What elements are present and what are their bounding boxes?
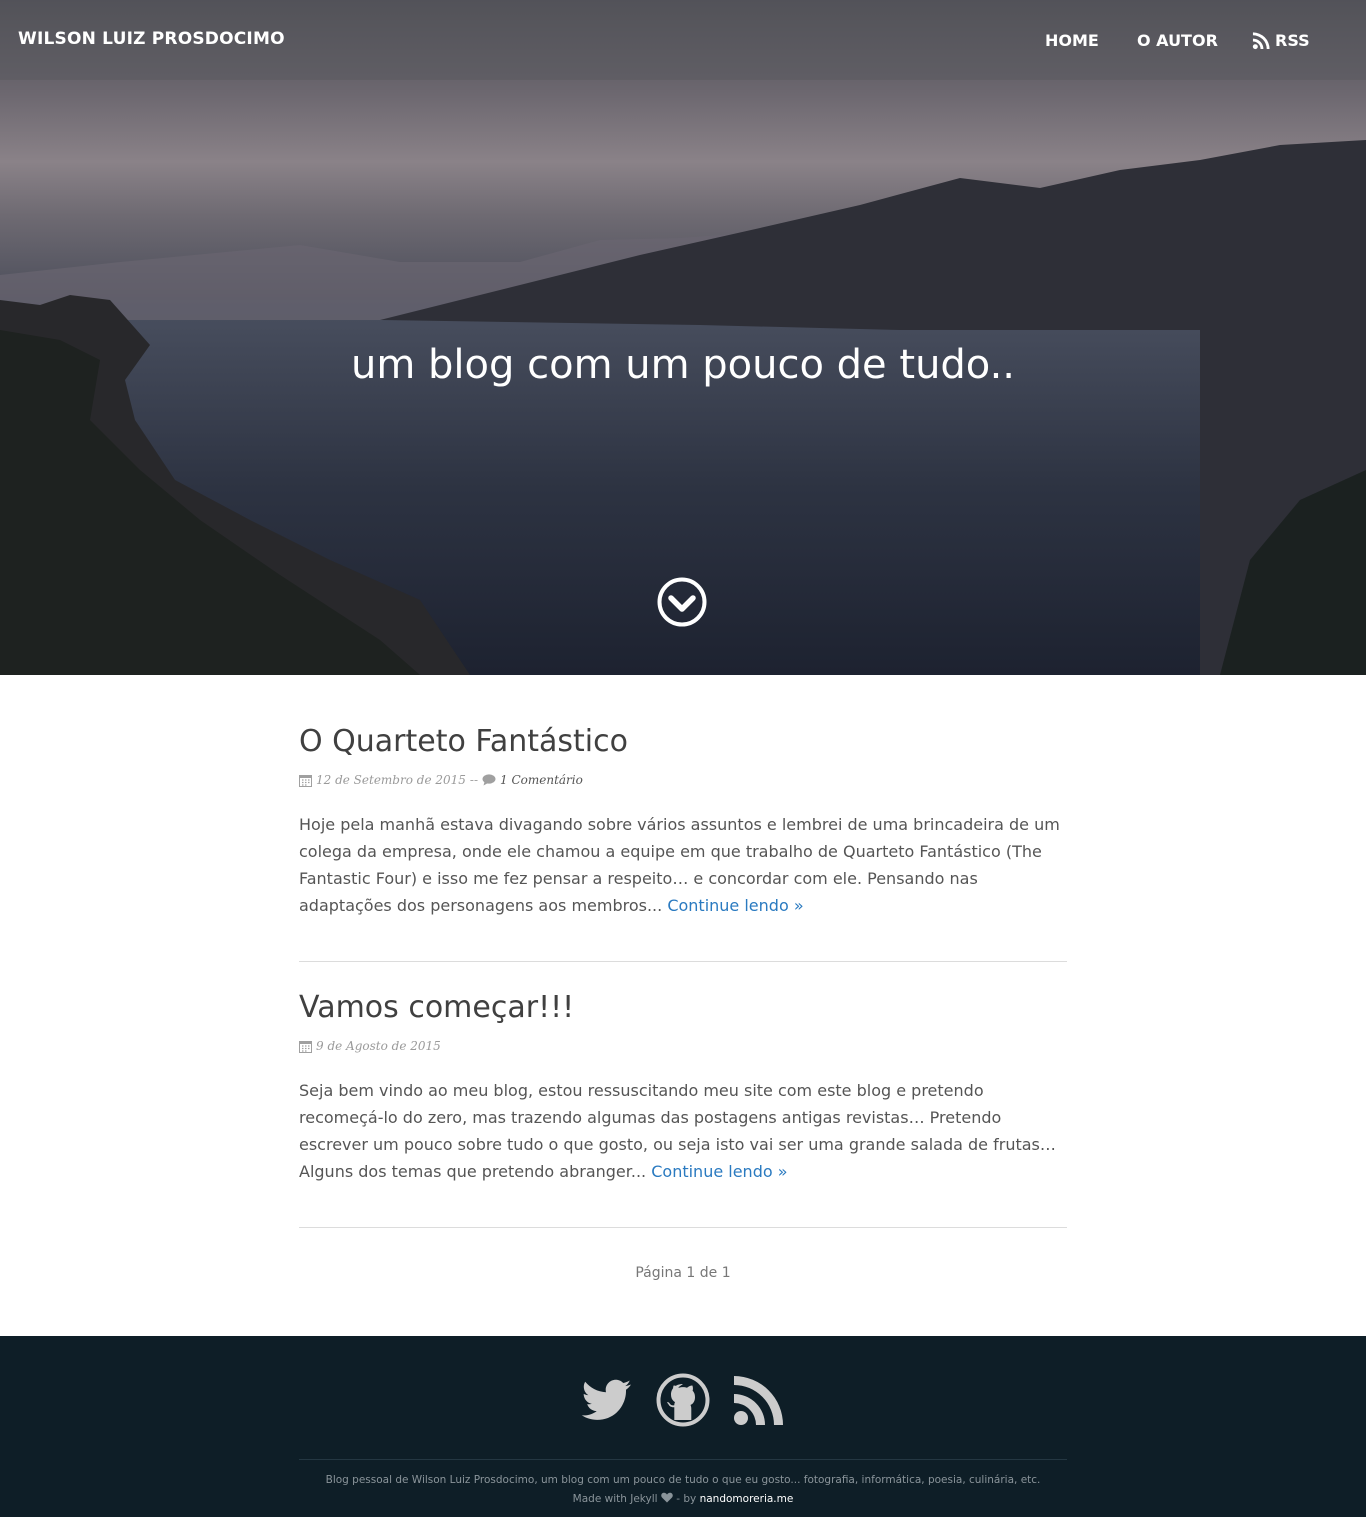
- by-text: - by: [676, 1493, 697, 1505]
- post-title[interactable]: O Quarteto Fantástico: [299, 724, 628, 759]
- scroll-down-button[interactable]: [657, 577, 707, 627]
- nav-rss-label: RSS: [1275, 31, 1310, 50]
- meta-separator: --: [469, 773, 479, 787]
- rss-feed-link[interactable]: [731, 1372, 787, 1428]
- post-excerpt: Hoje pela manhã estava divagando sobre v…: [299, 811, 1067, 919]
- post-meta: 9 de Agosto de 2015: [299, 1039, 441, 1053]
- github-icon: [656, 1373, 710, 1427]
- calendar-icon: [299, 774, 312, 787]
- post-meta: 12 de Setembro de 2015 -- 1 Comentário: [299, 773, 583, 787]
- heart-icon: [661, 1492, 673, 1503]
- post-divider: [299, 961, 1067, 962]
- continue-reading-link[interactable]: Continue lendo »: [651, 1162, 787, 1181]
- post-title[interactable]: Vamos começar!!!: [299, 990, 574, 1025]
- rss-icon: [1252, 32, 1270, 50]
- continue-reading-link[interactable]: Continue lendo »: [667, 896, 803, 915]
- footer-credits: Made with Jekyll - by nandomoreria.me: [0, 1492, 1366, 1505]
- footer-divider: [299, 1459, 1067, 1460]
- landscape-image: [0, 140, 1366, 675]
- comment-icon: [482, 774, 496, 786]
- post-date: 9 de Agosto de 2015: [316, 1039, 441, 1053]
- made-with-text: Made with Jekyll: [572, 1493, 658, 1505]
- calendar-icon: [299, 1040, 312, 1053]
- nav-home[interactable]: HOME: [1045, 31, 1099, 50]
- hero-banner: WILSON LUIZ PROSDOCIMO HOME O AUTOR RSS …: [0, 0, 1366, 675]
- site-brand[interactable]: WILSON LUIZ PROSDOCIMO: [18, 29, 285, 49]
- twitter-icon: [581, 1379, 631, 1420]
- chevron-down-circle-icon: [657, 577, 707, 627]
- post-excerpt: Seja bem vindo ao meu blog, estou ressus…: [299, 1077, 1067, 1185]
- nav-o-autor[interactable]: O AUTOR: [1137, 31, 1218, 50]
- twitter-link[interactable]: [578, 1372, 634, 1428]
- nav-rss[interactable]: RSS: [1252, 31, 1310, 50]
- site-tagline: um blog com um pouco de tudo..: [350, 342, 1016, 388]
- post-comments-link[interactable]: 1 Comentário: [500, 773, 583, 787]
- github-link[interactable]: [655, 1372, 711, 1428]
- post-date: 12 de Setembro de 2015: [316, 773, 466, 787]
- rss-icon: [734, 1376, 783, 1425]
- footer-description: Blog pessoal de Wilson Luiz Prosdocimo, …: [325, 1474, 1041, 1486]
- author-site-link[interactable]: nandomoreria.me: [700, 1493, 794, 1505]
- post-divider: [299, 1227, 1067, 1228]
- pagination-status: Página 1 de 1: [635, 1265, 731, 1281]
